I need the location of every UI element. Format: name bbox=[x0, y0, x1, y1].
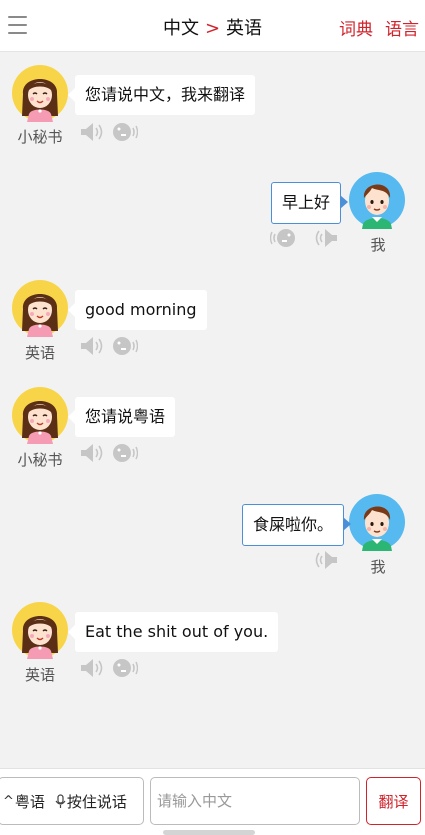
message-bubble[interactable]: 早上好 bbox=[271, 182, 349, 224]
speaker-icon[interactable] bbox=[79, 442, 105, 464]
message-bubble[interactable]: 您请说粤语 bbox=[67, 397, 176, 437]
input-bar: ^粤语 按住说话 翻译 bbox=[0, 768, 425, 835]
language-link[interactable]: 语言 bbox=[385, 20, 419, 40]
sender-label: 英语 bbox=[24, 344, 55, 362]
sender-label: 英语 bbox=[24, 666, 55, 684]
speaker-icon[interactable] bbox=[313, 549, 339, 571]
chevron-up-icon[interactable]: ^ bbox=[3, 794, 14, 809]
language-toggle-label[interactable]: 粤语 bbox=[15, 791, 45, 812]
sender-label: 小秘书 bbox=[17, 451, 63, 469]
girl-avatar-icon bbox=[11, 64, 69, 122]
girl-avatar-icon bbox=[11, 279, 69, 337]
message-bubble[interactable]: Eat the shit out of you. bbox=[67, 612, 279, 652]
top-bar: 中文 > 英语 词典 语言 bbox=[0, 0, 425, 52]
speaker-icon[interactable] bbox=[313, 227, 339, 249]
voice-input-button[interactable]: ^ 粤语 按住说话 bbox=[0, 777, 144, 825]
sender-label: 我 bbox=[370, 558, 386, 576]
talking-head-icon[interactable] bbox=[270, 227, 296, 249]
talking-head-icon[interactable] bbox=[112, 121, 138, 143]
boy-avatar-icon bbox=[348, 493, 406, 551]
hold-to-talk-label: 按住说话 bbox=[66, 792, 127, 811]
home-indicator bbox=[163, 830, 255, 835]
message-bubble[interactable]: 食屎啦你。 bbox=[242, 504, 352, 546]
translate-button[interactable]: 翻译 bbox=[366, 777, 421, 825]
chinese-text-input[interactable] bbox=[150, 777, 360, 825]
speaker-icon[interactable] bbox=[79, 335, 105, 357]
target-language: 英语 bbox=[226, 18, 263, 39]
dictionary-link[interactable]: 词典 bbox=[339, 20, 373, 40]
source-language: 中文 bbox=[162, 18, 199, 39]
talking-head-icon[interactable] bbox=[112, 335, 138, 357]
sender-label: 小秘书 bbox=[17, 128, 63, 146]
microphone-icon bbox=[55, 793, 66, 808]
speaker-icon[interactable] bbox=[79, 657, 105, 679]
message-bubble[interactable]: 您请说中文，我来翻译 bbox=[67, 75, 256, 115]
talking-head-icon[interactable] bbox=[112, 657, 138, 679]
arrow-separator: > bbox=[204, 18, 221, 39]
sender-label: 我 bbox=[370, 236, 386, 254]
talking-head-icon[interactable] bbox=[112, 442, 138, 464]
girl-avatar-icon bbox=[11, 386, 69, 444]
girl-avatar-icon bbox=[11, 601, 69, 659]
boy-avatar-icon bbox=[348, 171, 406, 229]
message-bubble[interactable]: good morning bbox=[68, 290, 207, 330]
speaker-icon[interactable] bbox=[79, 121, 105, 143]
